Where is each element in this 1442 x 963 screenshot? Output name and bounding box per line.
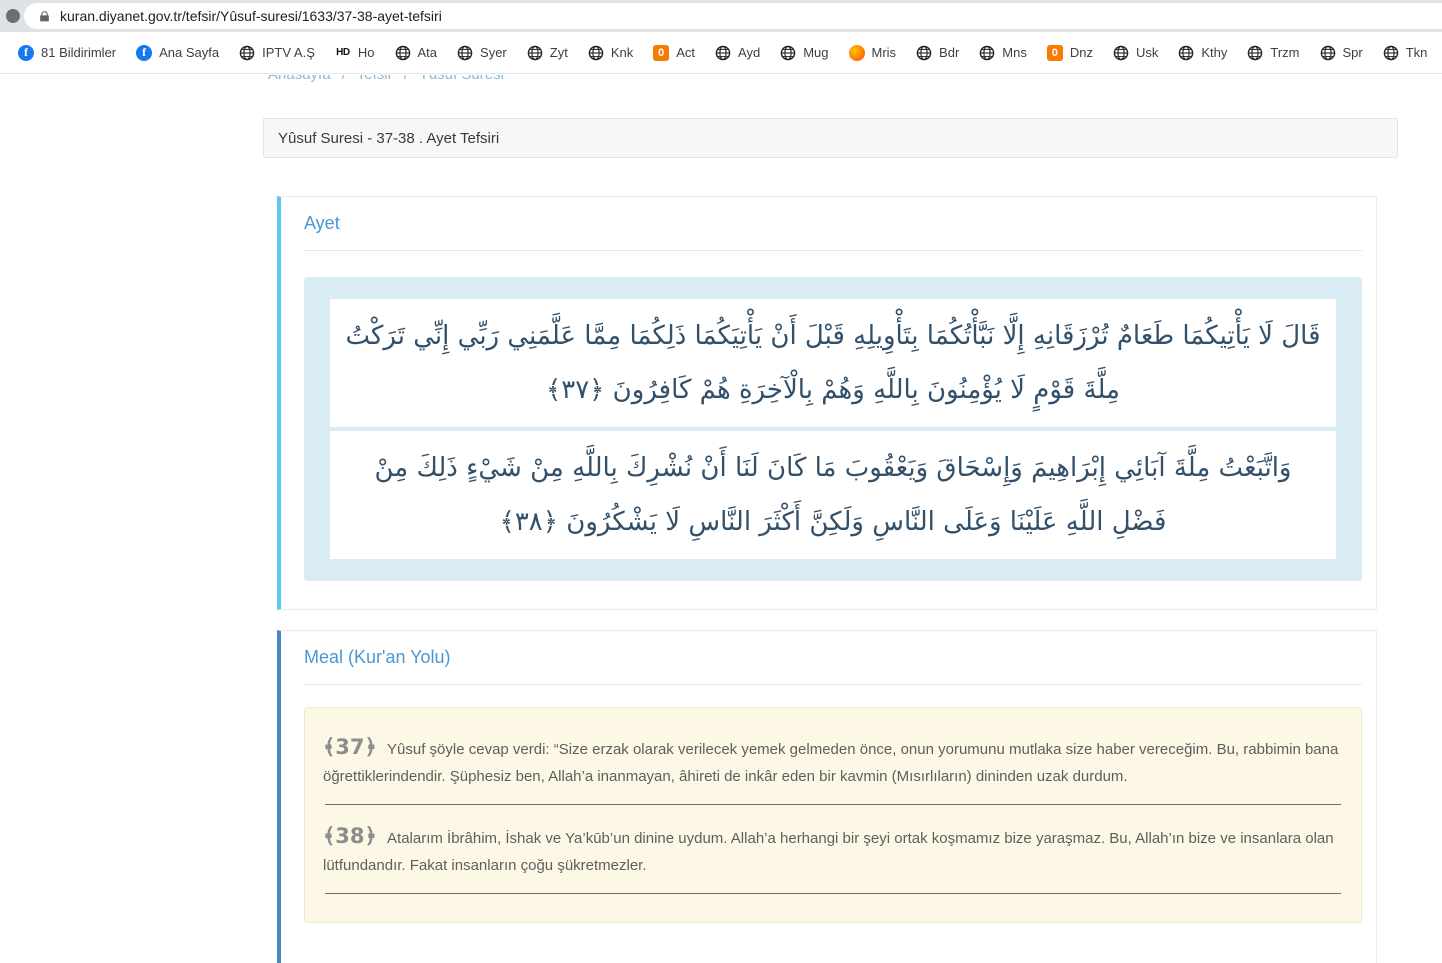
page-content: Anasayfa / Tefsir / Yûsuf Suresi Yûsuf S… — [0, 75, 1442, 963]
globe-icon — [780, 45, 796, 61]
bookmark-item[interactable]: Usk — [1103, 39, 1168, 67]
bookmark-item[interactable]: Zyt — [517, 39, 578, 67]
verse-37-box: قَالَ لَا يَأْتِيكُمَا طَعَامٌ تُرْزَقَا… — [330, 299, 1336, 427]
meal-text-38: Atalarım İbrâhim, İshak ve Ya’kūb’un din… — [323, 830, 1334, 874]
bookmark-item[interactable]: Tkn — [1373, 39, 1438, 67]
verse-number-badge: ﴾38﴿ — [323, 824, 377, 848]
ayet-section: Ayet قَالَ لَا يَأْتِيكُمَا طَعَامٌ تُرْ… — [277, 196, 1377, 610]
ayet-section-title: Ayet — [300, 211, 1362, 234]
colored-site-icon — [849, 45, 865, 61]
globe-icon — [527, 45, 543, 61]
bookmark-item[interactable]: IPTV A.Ş — [229, 39, 325, 67]
bookmark-label: Kthy — [1201, 45, 1227, 60]
browser-address-bar: kuran.diyanet.gov.tr/tefsir/Yûsuf-suresi… — [0, 0, 1442, 32]
bookmark-item[interactable]: Trzm — [1237, 39, 1309, 67]
page-title: Yûsuf Suresi - 37-38 . Ayet Tefsiri — [278, 130, 499, 147]
url-text: kuran.diyanet.gov.tr/tefsir/Yûsuf-suresi… — [60, 8, 442, 24]
bookmark-label: Mris — [872, 45, 897, 60]
section-divider — [304, 250, 1362, 251]
bookmark-item[interactable]: Spr — [1310, 39, 1373, 67]
verse-37-arabic: قَالَ لَا يَأْتِيكُمَا طَعَامٌ تُرْزَقَا… — [344, 309, 1322, 417]
facebook-icon: f — [18, 45, 34, 61]
bookmark-item[interactable]: Syer — [447, 39, 517, 67]
breadcrumb-link-anasayfa[interactable]: Anasayfa — [268, 75, 331, 83]
bookmark-item[interactable]: Mns — [969, 39, 1037, 67]
bookmark-item[interactable]: Mris — [839, 39, 907, 67]
bookmark-label: Bdr — [939, 45, 959, 60]
meal-section-title: Meal (Kur'an Yolu) — [300, 645, 1362, 668]
globe-icon — [715, 45, 731, 61]
globe-icon — [457, 45, 473, 61]
bookmark-label: Ayd — [738, 45, 760, 60]
bookmark-label: IPTV A.Ş — [262, 45, 315, 60]
bookmark-item[interactable]: Ekm — [1437, 39, 1442, 67]
meal-text-box: ﴾37﴿ Yûsuf şöyle cevap verdi: “Size erza… — [304, 707, 1362, 923]
bookmark-label: Knk — [611, 45, 633, 60]
section-divider — [304, 684, 1362, 685]
browser-circle-icon[interactable] — [6, 9, 20, 23]
meal-text-37: Yûsuf şöyle cevap verdi: “Size erzak ola… — [323, 741, 1338, 785]
hd-icon: HD — [335, 45, 351, 61]
browser-window: kuran.diyanet.gov.tr/tefsir/Yûsuf-suresi… — [0, 0, 1442, 963]
bookmark-item[interactable]: Mug — [770, 39, 838, 67]
globe-icon — [239, 45, 255, 61]
bookmark-label: Mns — [1002, 45, 1027, 60]
orange-badge-icon: 0 — [653, 45, 669, 61]
bookmark-item[interactable]: Ayd — [705, 39, 770, 67]
globe-icon — [1113, 45, 1129, 61]
verse-38-box: وَاتَّبَعْتُ مِلَّةَ آبَائِي إِبْرَاهِيم… — [330, 431, 1336, 559]
bookmark-label: Mug — [803, 45, 828, 60]
globe-icon — [1383, 45, 1399, 61]
facebook-icon: f — [136, 45, 152, 61]
page-title-box: Yûsuf Suresi - 37-38 . Ayet Tefsiri — [263, 118, 1398, 158]
breadcrumb: Anasayfa / Tefsir / Yûsuf Suresi — [268, 75, 504, 83]
verse-number-badge: ﴾37﴿ — [323, 735, 377, 759]
globe-icon — [1178, 45, 1194, 61]
ayet-verses-box: قَالَ لَا يَأْتِيكُمَا طَعَامٌ تُرْزَقَا… — [304, 277, 1362, 581]
url-field[interactable]: kuran.diyanet.gov.tr/tefsir/Yûsuf-suresi… — [24, 3, 1442, 29]
bookmark-item[interactable]: f 81 Bildirimler — [8, 39, 126, 67]
bookmark-label: 81 Bildirimler — [41, 45, 116, 60]
bookmark-item[interactable]: Ata — [385, 39, 448, 67]
bookmark-label: Syer — [480, 45, 507, 60]
breadcrumb-separator: / — [404, 75, 408, 83]
bookmark-item[interactable]: 0 Dnz — [1037, 39, 1103, 67]
breadcrumb-link-tefsir[interactable]: Tefsir — [357, 75, 393, 83]
meal-paragraph-37: ﴾37﴿ Yûsuf şöyle cevap verdi: “Size erza… — [323, 734, 1343, 790]
bookmark-label: Ho — [358, 45, 375, 60]
globe-icon — [916, 45, 932, 61]
bookmark-label: Tkn — [1406, 45, 1428, 60]
bookmark-label: Ata — [418, 45, 438, 60]
bookmark-item[interactable]: 0 Act — [643, 39, 705, 67]
bookmark-item[interactable]: f Ana Sayfa — [126, 39, 229, 67]
globe-icon — [1320, 45, 1336, 61]
globe-icon — [1247, 45, 1263, 61]
lock-icon — [38, 10, 51, 23]
globe-icon — [979, 45, 995, 61]
bookmark-label: Act — [676, 45, 695, 60]
bookmark-label: Usk — [1136, 45, 1158, 60]
meal-section: Meal (Kur'an Yolu) ﴾37﴿ Yûsuf şöyle ceva… — [277, 630, 1377, 963]
bookmark-item[interactable]: HD Ho — [325, 39, 385, 67]
meal-divider — [325, 804, 1341, 805]
bookmark-label: Spr — [1343, 45, 1363, 60]
bookmark-label: Ana Sayfa — [159, 45, 219, 60]
bookmark-label: Zyt — [550, 45, 568, 60]
meal-paragraph-38: ﴾38﴿ Atalarım İbrâhim, İshak ve Ya’kūb’u… — [323, 823, 1343, 879]
verse-38-arabic: وَاتَّبَعْتُ مِلَّةَ آبَائِي إِبْرَاهِيم… — [344, 441, 1322, 549]
globe-icon — [588, 45, 604, 61]
bookmark-item[interactable]: Kthy — [1168, 39, 1237, 67]
bookmark-label: Dnz — [1070, 45, 1093, 60]
breadcrumb-separator: / — [342, 75, 346, 83]
meal-divider — [325, 893, 1341, 894]
globe-icon — [395, 45, 411, 61]
bookmark-label: Trzm — [1270, 45, 1299, 60]
bookmarks-bar: f 81 Bildirimler f Ana Sayfa IPTV A.Ş HD Ho Ata… — [0, 32, 1442, 74]
bookmark-item[interactable]: Bdr — [906, 39, 969, 67]
breadcrumb-link-sure[interactable]: Yûsuf Suresi — [419, 75, 504, 83]
bookmark-item[interactable]: Knk — [578, 39, 643, 67]
orange-badge-icon: 0 — [1047, 45, 1063, 61]
